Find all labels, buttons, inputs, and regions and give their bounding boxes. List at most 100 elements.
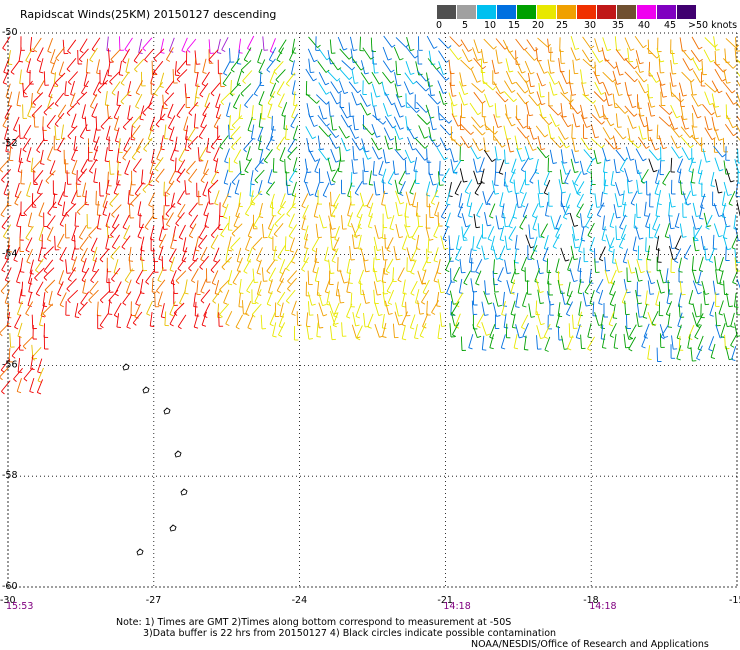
wind-barb bbox=[459, 168, 464, 183]
wind-barb-flag bbox=[522, 305, 527, 308]
wind-barb bbox=[493, 278, 496, 293]
wind-barb-flag bbox=[415, 302, 420, 305]
wind-barb bbox=[252, 236, 263, 248]
wind-barb-flag bbox=[76, 211, 81, 216]
wind-barb-flag bbox=[370, 56, 375, 60]
wind-barb bbox=[389, 215, 395, 229]
wind-barb bbox=[610, 171, 614, 185]
wind-barb-flag bbox=[453, 115, 458, 117]
wind-barb bbox=[651, 311, 659, 324]
wind-barb bbox=[109, 193, 120, 205]
wind-barb bbox=[163, 124, 167, 139]
wind-barb-flag bbox=[637, 302, 642, 305]
wind-barb bbox=[500, 334, 506, 348]
wind-barb bbox=[154, 157, 164, 170]
wind-barb-flag bbox=[705, 303, 710, 306]
wind-barb-flag bbox=[111, 278, 115, 282]
wind-barb-flag bbox=[210, 269, 215, 274]
wind-barb bbox=[601, 147, 607, 162]
wind-barb bbox=[60, 124, 64, 139]
wind-barb-flag bbox=[711, 112, 715, 116]
wind-barb bbox=[537, 193, 541, 208]
wind-barb-flag bbox=[616, 216, 621, 219]
wind-barb bbox=[207, 179, 219, 191]
wind-barb bbox=[403, 81, 411, 95]
wind-barb bbox=[504, 235, 508, 250]
wind-barb-flag bbox=[359, 147, 364, 151]
wind-barb-flag bbox=[574, 246, 579, 249]
wind-barb-flag bbox=[600, 327, 605, 330]
wind-barb bbox=[703, 49, 711, 63]
wind-barb bbox=[113, 104, 121, 118]
wind-barb-flag bbox=[634, 78, 638, 83]
wind-barb-flag bbox=[259, 216, 264, 219]
wind-barb bbox=[274, 302, 277, 317]
wind-barb bbox=[382, 71, 392, 84]
wind-barb bbox=[187, 127, 197, 140]
wind-barb bbox=[560, 92, 571, 103]
wind-barb bbox=[210, 234, 219, 248]
wind-barb bbox=[358, 234, 362, 249]
wind-barb-flag bbox=[475, 226, 481, 229]
wind-barb-flag bbox=[285, 268, 290, 272]
wind-barb bbox=[624, 81, 629, 96]
wind-barb bbox=[107, 61, 111, 76]
wind-barb-flag bbox=[231, 125, 236, 129]
wind-barb bbox=[690, 347, 693, 362]
wind-barb bbox=[318, 125, 329, 137]
wind-barb-flag bbox=[277, 212, 282, 216]
wind-barb bbox=[547, 71, 555, 85]
wind-barb bbox=[96, 59, 100, 74]
wind-barb bbox=[394, 135, 398, 151]
wind-barb-flag bbox=[602, 347, 607, 349]
wind-barb-flag bbox=[396, 149, 401, 151]
wind-barb bbox=[73, 136, 77, 151]
wind-barb-flag bbox=[356, 234, 361, 237]
wind-barb bbox=[536, 91, 542, 105]
wind-barb-flag bbox=[511, 123, 516, 127]
wind-barb-flag bbox=[79, 50, 84, 54]
wind-barb-flag bbox=[292, 206, 297, 209]
wind-barb bbox=[404, 212, 407, 227]
island-outline bbox=[122, 363, 130, 371]
wind-barb bbox=[714, 157, 720, 172]
wind-barb-flag bbox=[346, 316, 351, 319]
wind-barb-flag bbox=[66, 288, 71, 292]
wind-barb bbox=[520, 192, 527, 206]
wind-barb bbox=[450, 159, 454, 174]
wind-barb-flag bbox=[576, 205, 581, 209]
wind-barb bbox=[164, 92, 175, 104]
wind-barb-flag bbox=[440, 291, 445, 294]
wind-barb bbox=[269, 69, 276, 83]
wind-barb bbox=[0, 158, 10, 170]
wind-barb bbox=[123, 225, 131, 239]
wind-barb-flag bbox=[394, 173, 399, 175]
wind-barb bbox=[110, 223, 120, 236]
wind-barb-flag bbox=[77, 179, 82, 183]
wind-barb-flag bbox=[541, 148, 546, 151]
wind-barb-flag bbox=[690, 144, 694, 149]
wind-barb-flag bbox=[153, 58, 158, 62]
wind-barb bbox=[698, 256, 704, 271]
wind-barb bbox=[455, 235, 460, 250]
wind-barb bbox=[333, 302, 340, 316]
wind-barb-flag bbox=[608, 93, 613, 96]
wind-barb bbox=[66, 170, 68, 185]
wind-barb bbox=[647, 280, 651, 295]
wind-barb-flag bbox=[240, 93, 244, 97]
wind-barb bbox=[715, 324, 721, 339]
wind-barb bbox=[700, 235, 705, 250]
wind-barb bbox=[589, 236, 595, 251]
wind-barb-flag bbox=[269, 81, 274, 85]
wind-barb-flag bbox=[555, 271, 560, 274]
wind-barb-flag bbox=[518, 206, 523, 208]
wind-barb bbox=[59, 211, 68, 225]
wind-barb-flag bbox=[308, 338, 313, 340]
wind-barb bbox=[188, 168, 198, 181]
latitude-label: -50 bbox=[2, 27, 18, 38]
wind-barb-flag bbox=[127, 94, 132, 97]
wind-barb bbox=[131, 124, 141, 137]
wind-barb bbox=[642, 303, 648, 318]
wind-barb bbox=[652, 215, 659, 229]
wind-barb bbox=[449, 48, 459, 60]
